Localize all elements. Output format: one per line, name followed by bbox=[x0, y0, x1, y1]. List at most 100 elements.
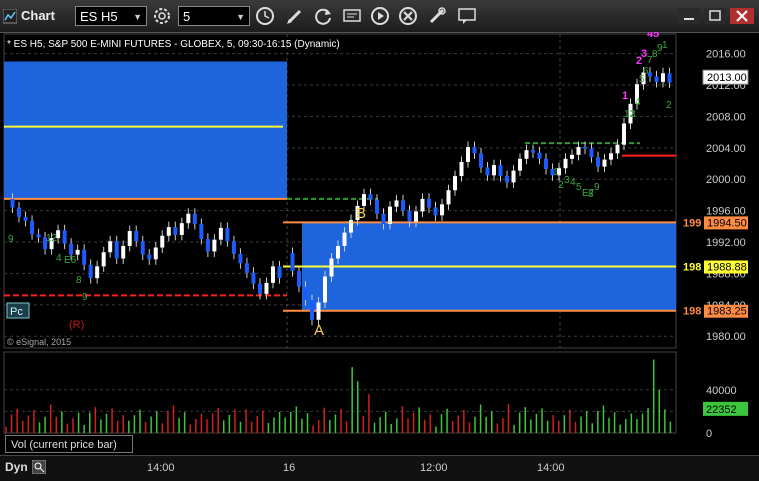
settings-gear-icon[interactable] bbox=[151, 5, 173, 27]
level-price-label: 1988.88 bbox=[707, 262, 747, 274]
candle-body bbox=[186, 213, 191, 224]
y-tick-label: 1992.00 bbox=[706, 237, 746, 249]
td-count-label: 4 bbox=[56, 253, 62, 264]
time-axis-bar: Dyn 14:00 16 12:00 14:00 bbox=[0, 455, 759, 481]
candle-body bbox=[218, 227, 223, 240]
close-circle-icon[interactable] bbox=[397, 5, 419, 27]
y-tick-label: 2000.00 bbox=[706, 174, 746, 186]
symbol-select[interactable]: ES H5 ▼ bbox=[75, 6, 147, 26]
last-price-label: 2013.00 bbox=[707, 72, 747, 84]
candle-body bbox=[648, 72, 652, 77]
pc-marker-label: Pc bbox=[10, 306, 23, 318]
volume-study-label[interactable]: Vol (current price bar) bbox=[5, 435, 133, 453]
maximize-icon[interactable] bbox=[704, 8, 726, 24]
candle-body bbox=[238, 253, 243, 264]
interval-select[interactable]: 5 ▼ bbox=[178, 6, 250, 26]
candle-body bbox=[401, 200, 405, 211]
td-count-label: 12 bbox=[46, 233, 58, 244]
chart-app-icon bbox=[3, 9, 17, 24]
candle-body bbox=[563, 158, 568, 169]
interval-value: 5 bbox=[183, 9, 191, 24]
y-tick-label: 1996.00 bbox=[706, 206, 746, 218]
price-chart[interactable]: 2016.002012.002008.002004.002000.001996.… bbox=[0, 32, 759, 452]
y-tick-label: 2016.00 bbox=[706, 49, 746, 61]
td-count-label: 1 bbox=[662, 40, 668, 51]
window-title: Chart bbox=[21, 8, 55, 23]
candle-body bbox=[134, 231, 139, 242]
candle-body bbox=[472, 147, 477, 154]
candle-body bbox=[95, 266, 100, 279]
candle-body bbox=[576, 147, 581, 155]
chevron-down-icon: ▼ bbox=[133, 12, 142, 22]
td-setup-label: 3 bbox=[641, 48, 647, 60]
candle-body bbox=[75, 249, 80, 255]
y-tick-label: 1980.00 bbox=[706, 331, 746, 343]
candle-body bbox=[160, 235, 165, 248]
td-count-label: 6 bbox=[643, 66, 649, 77]
y-tick-label: 2004.00 bbox=[706, 143, 746, 155]
candle-body bbox=[531, 150, 535, 153]
candle-body bbox=[375, 199, 379, 214]
zoom-icon[interactable] bbox=[32, 460, 46, 474]
candle-body bbox=[231, 241, 236, 254]
candle-body bbox=[544, 158, 548, 170]
x-tick-label: 12:00 bbox=[420, 462, 448, 474]
pencil-draw-icon[interactable] bbox=[284, 5, 306, 27]
symbol-value: ES H5 bbox=[80, 9, 118, 24]
candle-body bbox=[667, 73, 672, 83]
candle-body bbox=[459, 161, 464, 177]
candle-body bbox=[192, 213, 197, 224]
esignal-watermark: © eSignal, 2015 bbox=[7, 337, 71, 347]
candle-body bbox=[518, 158, 522, 171]
candle-body bbox=[407, 210, 412, 222]
candle-body bbox=[622, 123, 626, 145]
candle-body bbox=[69, 243, 74, 255]
prior-day-range-box bbox=[4, 61, 287, 199]
candle-body bbox=[570, 154, 574, 159]
volume-y-tick-label: 40000 bbox=[706, 385, 737, 397]
tools-icon[interactable] bbox=[426, 5, 448, 27]
y-tick-label: 2008.00 bbox=[706, 111, 746, 123]
candle-body bbox=[30, 220, 35, 235]
refresh-icon[interactable] bbox=[312, 5, 334, 27]
candle-body bbox=[62, 230, 67, 244]
candle-body bbox=[17, 207, 22, 217]
candle-body bbox=[251, 272, 256, 284]
candle-body bbox=[498, 165, 503, 177]
candle-body bbox=[270, 266, 275, 283]
title-bar: Chart ES H5 ▼ 5 ▼ bbox=[0, 0, 759, 33]
minimize-icon[interactable] bbox=[678, 8, 700, 24]
comment-icon[interactable] bbox=[456, 5, 478, 27]
volume-current-label: 22352 bbox=[706, 404, 737, 416]
play-icon[interactable] bbox=[369, 5, 391, 27]
td-setup-label: 1 bbox=[622, 90, 628, 102]
candle-body bbox=[602, 159, 607, 167]
candle-body bbox=[349, 220, 353, 233]
candle-body bbox=[264, 282, 269, 294]
candle-body bbox=[23, 216, 28, 221]
point-b-label: B bbox=[356, 205, 366, 222]
point-a-label: A bbox=[314, 322, 324, 339]
level-price-label: 1983.25 bbox=[707, 306, 747, 318]
candle-body bbox=[127, 231, 132, 246]
td-count-label: 9 bbox=[82, 292, 88, 303]
clock-icon[interactable] bbox=[254, 5, 276, 27]
indicator-icon[interactable] bbox=[341, 5, 363, 27]
candle-body bbox=[381, 213, 386, 224]
candle-body bbox=[446, 190, 451, 205]
x-tick-label: 16 bbox=[283, 462, 296, 474]
td-count-label: 8 bbox=[76, 275, 82, 286]
candle-body bbox=[492, 165, 496, 176]
dynamic-mode-button[interactable]: Dyn bbox=[5, 460, 28, 474]
candle-body bbox=[82, 249, 87, 265]
candle-body bbox=[108, 241, 113, 253]
close-icon[interactable] bbox=[730, 8, 754, 24]
volume-plot-area bbox=[3, 351, 677, 434]
candle-body bbox=[323, 276, 327, 303]
candle-body bbox=[179, 223, 184, 235]
candle-body bbox=[394, 200, 399, 207]
candle-body bbox=[114, 241, 119, 259]
candle-body bbox=[479, 153, 483, 168]
candle-body bbox=[368, 194, 373, 200]
candle-body bbox=[511, 170, 516, 183]
